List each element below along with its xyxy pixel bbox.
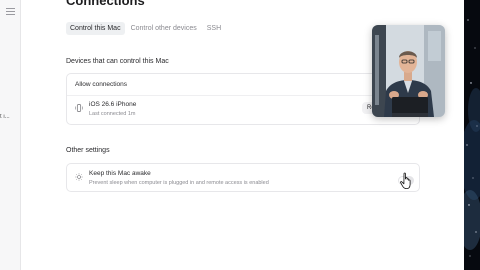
phone-icon [75, 104, 83, 112]
tab-bar: Control this Mac Control other devices S… [66, 22, 225, 35]
keep-awake-title: Keep this Mac awake [89, 170, 151, 177]
keep-awake-card: Keep this Mac awake Prevent sleep when c… [66, 163, 420, 192]
page-title: Connections [66, 0, 145, 8]
sidebar-toggle-icon[interactable] [6, 8, 15, 15]
tab-control-other-devices[interactable]: Control other devices [127, 22, 201, 35]
devices-section-label: Devices that can control this Mac [66, 58, 169, 65]
keep-awake-description: Prevent sleep when computer is plugged i… [89, 180, 269, 186]
sidebar-item-label[interactable]: t i... [0, 114, 14, 120]
device-name: iOS 26.6 iPhone [89, 101, 137, 108]
tab-ssh[interactable]: SSH [203, 22, 225, 35]
devices-card: Allow connections iOS 26.6 iPhone Last c… [66, 73, 420, 125]
sun-icon [75, 173, 83, 181]
sidebar: t i... [0, 0, 21, 270]
desktop-background [464, 0, 480, 270]
divider [67, 95, 419, 96]
other-settings-label: Other settings [66, 147, 110, 154]
device-last-connected: Last connected 1m [89, 111, 136, 117]
presenter-video-thumbnail [372, 25, 445, 117]
hand-cursor-icon [400, 172, 411, 189]
allow-connections-title: Allow connections [75, 81, 128, 88]
tab-control-this-mac[interactable]: Control this Mac [66, 22, 125, 35]
